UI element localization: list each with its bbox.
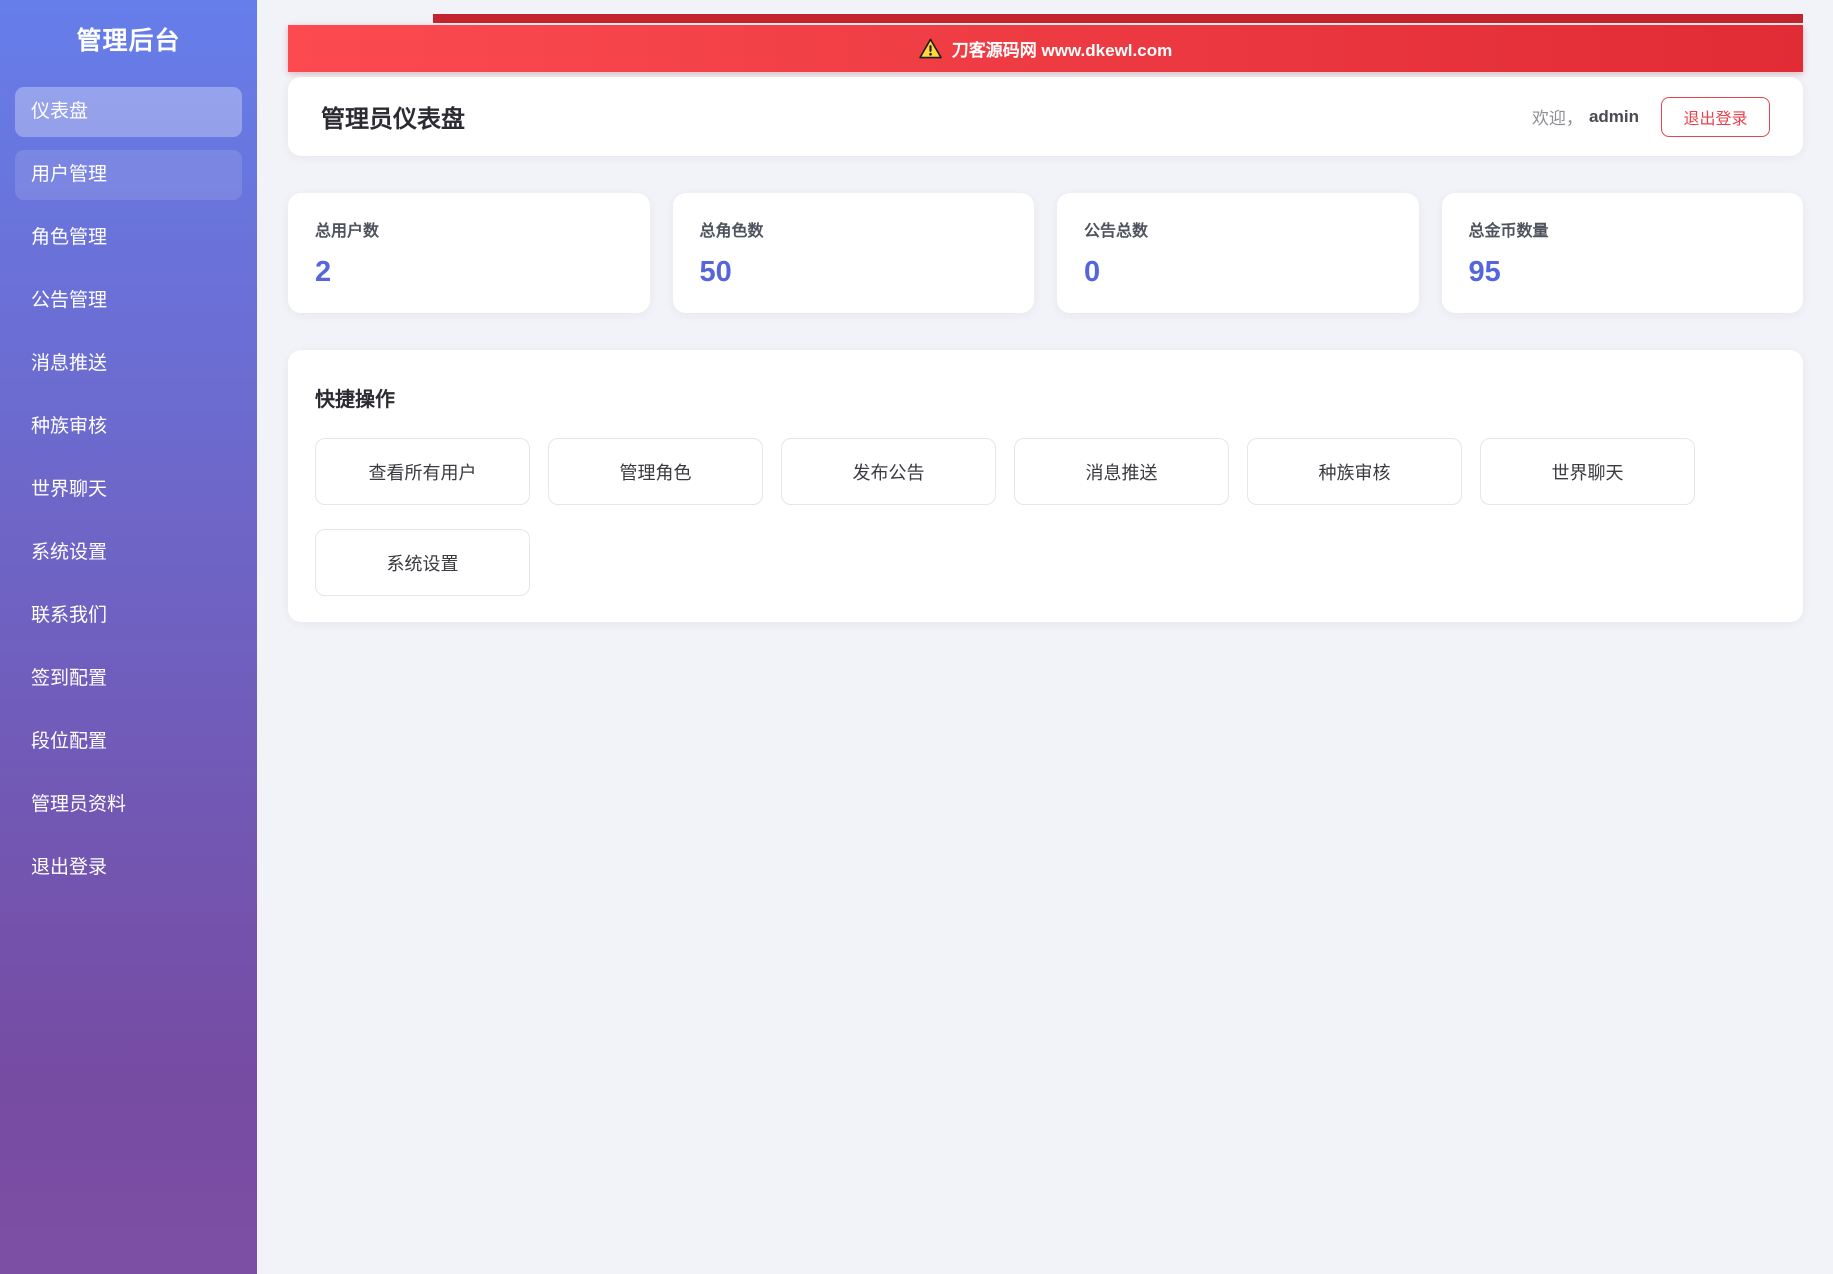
sidebar-item-announcements[interactable]: 公告管理 [15, 276, 242, 326]
sidebar-item-world-chat[interactable]: 世界聊天 [15, 465, 242, 515]
sidebar-item-system-settings[interactable]: 系统设置 [15, 528, 242, 578]
sidebar-item-contact-us[interactable]: 联系我们 [15, 591, 242, 641]
sidebar-menu: 仪表盘 用户管理 角色管理 公告管理 消息推送 种族审核 世界聊天 系统设置 联… [15, 87, 242, 893]
notice-banner[interactable]: 刀客源码网 www.dkewl.com [288, 25, 1803, 72]
page-title: 管理员仪表盘 [321, 106, 465, 133]
stat-label: 总用户数 [315, 223, 380, 240]
quick-actions-card: 快捷操作 查看所有用户 管理角色 发布公告 消息推送 种族审核 世界聊天 系统设… [288, 350, 1803, 622]
qa-button-message-push[interactable]: 消息推送 [1014, 438, 1229, 505]
stat-label: 总金币数量 [1468, 223, 1549, 240]
sidebar-item-admin-profile[interactable]: 管理员资料 [15, 780, 242, 830]
sidebar-item-race-review[interactable]: 种族审核 [15, 402, 242, 452]
qa-button-race-review[interactable]: 种族审核 [1247, 438, 1462, 505]
qa-button-manage-roles[interactable]: 管理角色 [548, 438, 763, 505]
stat-card-total-announcements: 公告总数 0 [1057, 193, 1419, 313]
header-right: 欢迎， admin 退出登录 [1531, 96, 1770, 137]
stats-row: 总用户数 2 总角色数 50 公告总数 0 总金币数量 95 [288, 193, 1803, 313]
stat-label: 公告总数 [1084, 223, 1149, 240]
stat-card-total-users: 总用户数 2 [288, 193, 650, 313]
welcome-text: 欢迎， [1531, 109, 1583, 128]
logout-button[interactable]: 退出登录 [1661, 96, 1770, 137]
stat-label: 总角色数 [699, 223, 764, 240]
stat-card-total-roles: 总角色数 50 [672, 193, 1034, 313]
sidebar-item-dashboard[interactable]: 仪表盘 [15, 87, 242, 137]
username: admin [1588, 106, 1639, 126]
notice-banner-text: 刀客源码网 www.dkewl.com [951, 41, 1173, 60]
header-card: 管理员仪表盘 欢迎， admin 退出登录 [288, 77, 1803, 156]
qa-button-publish-announcement[interactable]: 发布公告 [781, 438, 996, 505]
quick-actions-title: 快捷操作 [315, 389, 395, 411]
warning-icon [919, 38, 942, 59]
stat-value: 0 [1084, 256, 1101, 288]
sidebar-item-logout[interactable]: 退出登录 [15, 843, 242, 893]
quick-actions-grid: 查看所有用户 管理角色 发布公告 消息推送 种族审核 世界聊天 系统设置 [315, 438, 1776, 596]
sidebar-item-checkin-config[interactable]: 签到配置 [15, 654, 242, 704]
sidebar-item-message-push[interactable]: 消息推送 [15, 339, 242, 389]
sidebar-item-user-management[interactable]: 用户管理 [15, 150, 242, 200]
banner-top-strip [433, 14, 1803, 23]
stat-value: 50 [699, 256, 732, 288]
qa-button-world-chat[interactable]: 世界聊天 [1480, 438, 1695, 505]
sidebar-item-rank-config[interactable]: 段位配置 [15, 717, 242, 767]
stat-value: 95 [1468, 256, 1501, 288]
sidebar-item-role-management[interactable]: 角色管理 [15, 213, 242, 263]
app-title: 管理后台 [76, 27, 181, 55]
stat-value: 2 [315, 256, 332, 288]
qa-button-view-all-users[interactable]: 查看所有用户 [315, 438, 530, 505]
qa-button-system-settings[interactable]: 系统设置 [315, 529, 530, 596]
sidebar: 管理后台 仪表盘 用户管理 角色管理 公告管理 消息推送 种族审核 世界聊天 系… [0, 0, 257, 1274]
stat-card-total-coins: 总金币数量 95 [1441, 193, 1803, 313]
